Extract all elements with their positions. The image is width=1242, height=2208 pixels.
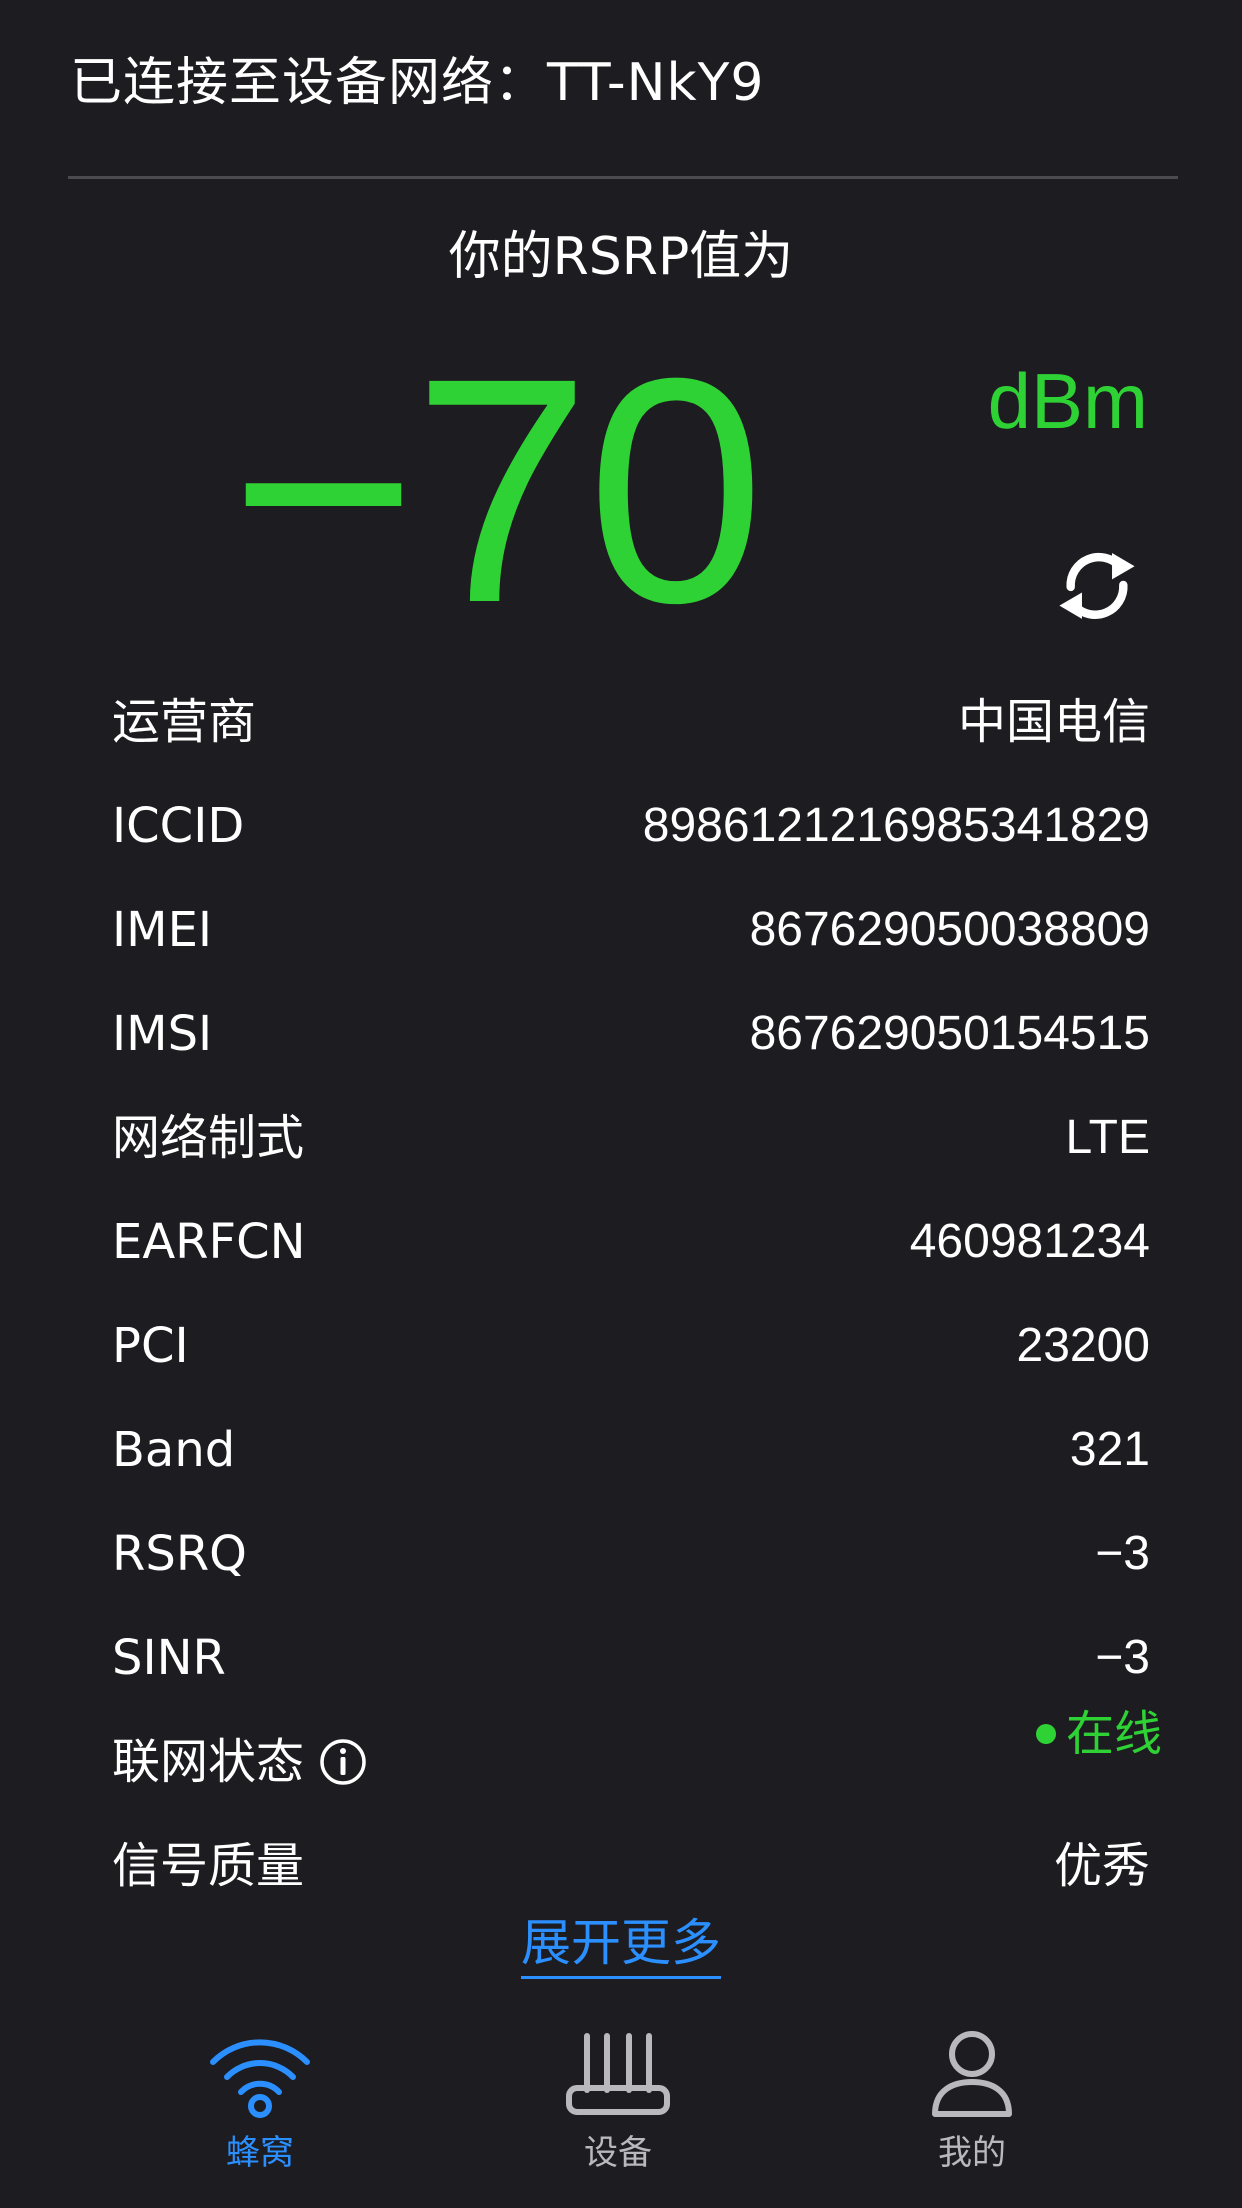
tab-label: 我的 xyxy=(938,2133,1006,2173)
bottom-tab-bar: 蜂窝 设备 我的 xyxy=(0,2020,1242,2208)
info-row-band: Band 321 xyxy=(112,1398,1150,1502)
info-row-connection-status: 联网状态 在线 xyxy=(112,1706,1162,1814)
info-label: 运营商 xyxy=(112,694,257,750)
info-label: ICCID xyxy=(112,798,245,854)
info-value: 867629050154515 xyxy=(749,1007,1150,1060)
tab-label: 设备 xyxy=(584,2133,652,2173)
info-label: IMEI xyxy=(112,902,213,958)
tab-label: 蜂窝 xyxy=(226,2133,294,2173)
info-label: SINR xyxy=(112,1630,226,1686)
info-value: 中国电信 xyxy=(957,694,1150,750)
router-icon xyxy=(566,2033,670,2115)
info-row-pci: PCI 23200 xyxy=(112,1294,1150,1398)
expand-more: 展开更多 xyxy=(0,1910,1242,1979)
info-value: −3 xyxy=(1095,1527,1150,1580)
refresh-icon[interactable] xyxy=(1050,538,1144,632)
info-label: 联网状态 xyxy=(112,1730,368,1794)
connected-network-title: 已连接至设备网络：TT-NkY9 xyxy=(70,53,765,113)
tab-devices[interactable]: 设备 xyxy=(498,2030,738,2200)
connection-status-label: 联网状态 xyxy=(112,1734,305,1790)
info-row-rsrq: RSRQ −3 xyxy=(112,1502,1150,1606)
info-row-iccid: ICCID 8986121216985341829 xyxy=(112,774,1150,878)
info-row-signal-quality: 信号质量 优秀 xyxy=(112,1814,1150,1918)
info-value: 321 xyxy=(1069,1423,1150,1476)
info-row-network-mode: 网络制式 LTE xyxy=(112,1086,1150,1190)
info-row-earfcn: EARFCN 460981234 xyxy=(112,1190,1150,1294)
info-label: 信号质量 xyxy=(112,1838,305,1894)
info-value: 867629050038809 xyxy=(749,903,1150,956)
expand-more-link[interactable]: 展开更多 xyxy=(521,1914,721,1979)
status-dot-icon xyxy=(1035,1724,1056,1744)
rsrp-label: 你的RSRP值为 xyxy=(448,227,794,287)
header-divider xyxy=(68,176,1178,179)
info-row-carrier: 运营商 中国电信 xyxy=(112,670,1150,774)
info-list: 运营商 中国电信 ICCID 8986121216985341829 IMEI … xyxy=(112,670,1162,1918)
info-label: RSRQ xyxy=(112,1526,247,1582)
info-value: LTE xyxy=(1065,1111,1150,1164)
user-icon xyxy=(932,2031,1012,2117)
connection-status-value: 在线 xyxy=(1035,1702,1162,1766)
tab-cellular[interactable]: 蜂窝 xyxy=(140,2030,380,2200)
info-label: IMSI xyxy=(112,1006,213,1062)
info-row-imsi: IMSI 867629050154515 xyxy=(112,982,1150,1086)
info-label: PCI xyxy=(112,1318,189,1374)
info-label: 网络制式 xyxy=(112,1110,305,1166)
tab-mine[interactable]: 我的 xyxy=(852,2030,1092,2200)
status-text: 在线 xyxy=(1065,1706,1162,1762)
info-row-sinr: SINR −3 xyxy=(112,1606,1150,1710)
info-label: Band xyxy=(112,1422,236,1478)
rsrp-unit: dBm xyxy=(987,357,1148,445)
info-value: 优秀 xyxy=(1053,1838,1150,1894)
info-label: EARFCN xyxy=(112,1214,306,1270)
info-value: 8986121216985341829 xyxy=(642,799,1150,852)
info-value: 460981234 xyxy=(909,1215,1150,1268)
info-row-imei: IMEI 867629050038809 xyxy=(112,878,1150,982)
rsrp-value: −70 xyxy=(230,311,765,669)
info-value: −3 xyxy=(1095,1631,1150,1684)
info-value: 23200 xyxy=(1016,1319,1150,1372)
info-icon[interactable] xyxy=(318,1737,368,1787)
wifi-icon xyxy=(210,2039,310,2118)
